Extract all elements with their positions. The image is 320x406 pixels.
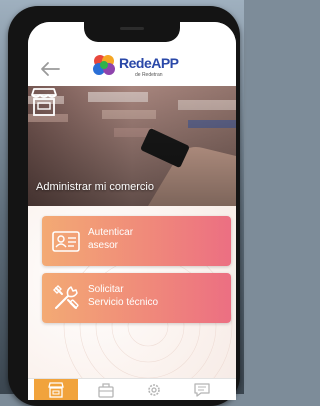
bottom-navigation (28, 378, 236, 400)
nav-settings-tab[interactable] (132, 379, 176, 400)
id-card-icon (52, 231, 80, 252)
tools-icon (53, 285, 79, 309)
nav-briefcase-tab[interactable] (84, 379, 128, 400)
store-icon (48, 382, 64, 398)
logo-mark-icon (93, 55, 115, 75)
store-icon (31, 88, 57, 116)
arrow-left-icon (41, 62, 60, 76)
authenticate-advisor-label: Autenticar asesor (88, 226, 228, 252)
authenticate-advisor-button[interactable]: Autenticar asesor (42, 216, 231, 266)
nav-store-tab[interactable] (34, 379, 78, 400)
chat-icon (194, 383, 210, 397)
phone-frame: RedeAPP de Redetran Administrar mi comer… (8, 6, 240, 406)
manage-store-label: Administrar mi comercio (36, 181, 154, 193)
card-line2: asesor (88, 240, 119, 251)
back-button[interactable] (38, 60, 62, 78)
card-line2: Servicio técnico (88, 297, 159, 308)
request-tech-service-label: Solicitar Servicio técnico (88, 283, 228, 309)
manage-store-banner[interactable]: Administrar mi comercio (28, 86, 236, 206)
app-logo: RedeAPP de Redetran (92, 53, 192, 83)
logo-text: RedeAPP (119, 55, 179, 71)
request-tech-service-button[interactable]: Solicitar Servicio técnico (42, 273, 231, 323)
nav-chat-tab[interactable] (180, 379, 224, 400)
phone-notch (84, 20, 180, 42)
briefcase-icon (98, 383, 114, 398)
logo-subtext: de Redetran (135, 72, 163, 78)
gear-icon (148, 384, 160, 396)
card-line1: Solicitar (88, 284, 124, 295)
card-line1: Autenticar (88, 227, 134, 238)
app-screen: RedeAPP de Redetran Administrar mi comer… (28, 22, 236, 400)
actions-area: Autenticar asesor Solicitar Servicio téc… (28, 206, 236, 382)
